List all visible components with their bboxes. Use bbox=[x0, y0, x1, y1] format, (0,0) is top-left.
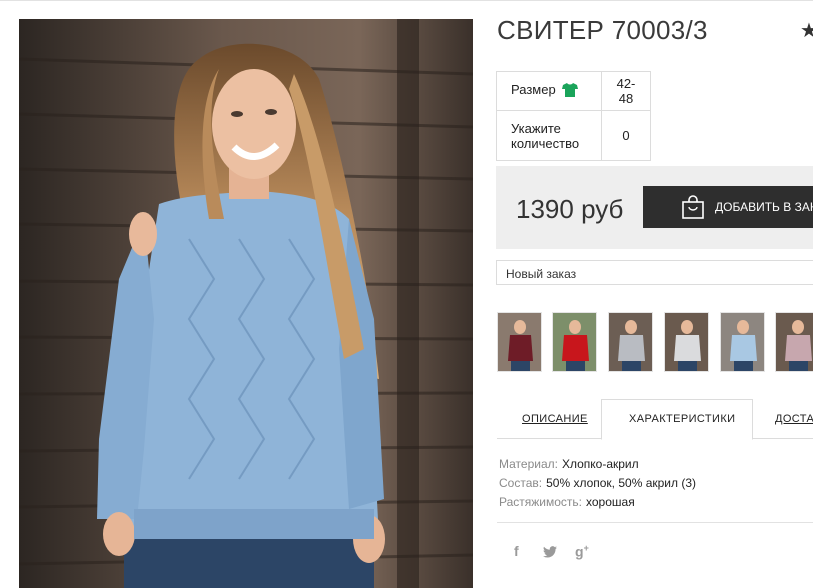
spec-label-size: Размер bbox=[496, 71, 602, 111]
thumb-pink[interactable] bbox=[775, 312, 813, 372]
property-key: Материал: bbox=[499, 457, 558, 471]
property-row: Состав: 50% хлопок, 50% акрил (3) bbox=[499, 474, 696, 493]
tab-description[interactable]: ОПИСАНИЕ bbox=[497, 401, 601, 439]
product-properties: Материал: Хлопко-акрил Состав: 50% хлопок,… bbox=[499, 455, 696, 512]
spec-row-quantity: Укажите количество 0 bbox=[496, 110, 651, 161]
property-value: Хлопко-акрил bbox=[561, 457, 639, 471]
property-key: Растяжимость: bbox=[499, 495, 583, 509]
google-plus-icon[interactable]: g+ bbox=[575, 543, 589, 560]
facebook-icon[interactable]: f bbox=[514, 543, 519, 559]
spec-table: Размер 42-48 Укажите количество 0 bbox=[496, 71, 651, 161]
add-to-order-label: ДОБАВИТЬ В ЗАКАЗ bbox=[715, 200, 813, 214]
product-photo-illustration bbox=[19, 19, 473, 588]
property-key: Состав: bbox=[499, 476, 543, 490]
product-title: СВИТЕР 70003/3 bbox=[497, 15, 708, 45]
tab-characteristics-label: ХАРАКТЕРИСТИКИ bbox=[629, 413, 736, 425]
order-select-value: Новый заказ bbox=[506, 267, 577, 281]
thumb-red[interactable] bbox=[552, 312, 597, 372]
add-to-order-button[interactable]: ДОБАВИТЬ В ЗАКАЗ bbox=[643, 186, 813, 228]
thumb-white[interactable] bbox=[664, 312, 709, 372]
shopping-bag-icon bbox=[681, 195, 705, 222]
size-label: Размер bbox=[511, 82, 556, 97]
property-value: 50% хлопок, 50% акрил (3) bbox=[546, 476, 696, 490]
size-value: 42-48 bbox=[601, 71, 651, 111]
thumbnail-gallery bbox=[497, 312, 813, 374]
quantity-label: Укажите количество bbox=[496, 110, 602, 161]
tshirt-icon[interactable] bbox=[561, 83, 578, 100]
property-value: хорошая bbox=[586, 495, 635, 509]
tab-description-label: ОПИСАНИЕ bbox=[522, 413, 588, 425]
tab-delivery-label: ДОСТАВКА bbox=[775, 413, 813, 425]
star-icon[interactable]: ★ bbox=[800, 18, 813, 43]
thumb-burgundy[interactable] bbox=[497, 312, 542, 372]
property-row: Растяжимость: хорошая bbox=[499, 493, 696, 512]
product-main-image[interactable] bbox=[19, 19, 473, 588]
social-divider bbox=[497, 522, 813, 523]
order-select[interactable]: Новый заказ bbox=[496, 260, 813, 285]
tab-delivery[interactable]: ДОСТАВКА bbox=[753, 401, 813, 439]
purchase-panel: 1390 руб ДОБАВИТЬ В ЗАКАЗ bbox=[496, 166, 813, 249]
spec-row-size: Размер 42-48 bbox=[496, 71, 651, 111]
thumb-light-blue[interactable] bbox=[720, 312, 765, 372]
top-divider bbox=[0, 0, 813, 1]
twitter-icon[interactable] bbox=[543, 545, 557, 561]
property-row: Материал: Хлопко-акрил bbox=[499, 455, 696, 474]
quantity-value[interactable]: 0 bbox=[601, 110, 651, 161]
thumb-grey[interactable] bbox=[608, 312, 653, 372]
tab-characteristics[interactable]: ХАРАКТЕРИСТИКИ bbox=[601, 399, 753, 440]
price: 1390 руб bbox=[516, 194, 624, 224]
